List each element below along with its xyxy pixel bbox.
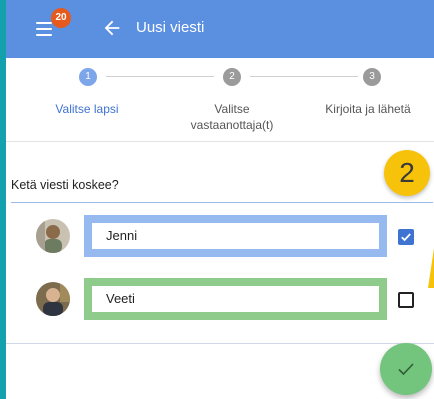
page-title: Uusi viesti <box>136 19 205 36</box>
checkmark-icon <box>401 233 411 242</box>
step-3-label: Kirjoita ja lähetä <box>325 102 411 116</box>
app-bar: 20 Uusi viesti <box>6 0 434 58</box>
menu-button[interactable]: 20 <box>28 8 71 52</box>
avatar <box>36 282 70 316</box>
question-label: Ketä viesti koskee? <box>11 178 119 192</box>
step-2-label: Valitse vastaanottaja(t) <box>190 102 274 132</box>
step-1-label: Valitse lapsi <box>55 102 119 116</box>
child-name-box[interactable]: Veeti <box>84 278 387 320</box>
step-3-indicator: 3 <box>363 68 381 86</box>
child-name: Jenni <box>92 223 379 249</box>
pointer-arrow-icon <box>428 248 434 288</box>
step-2-indicator: 2 <box>223 68 241 86</box>
child-row-jenni[interactable]: Jenni <box>6 215 434 257</box>
arrow-left-icon[interactable] <box>101 17 123 39</box>
selected-count-badge: 2 <box>384 150 430 196</box>
child-name: Veeti <box>92 286 379 312</box>
hamburger-menu-icon <box>36 22 52 36</box>
bottom-divider <box>6 343 434 344</box>
child-checkbox-jenni[interactable] <box>398 229 414 245</box>
child-name-box[interactable]: Jenni <box>84 215 387 257</box>
app-frame: 20 Uusi viesti 1 2 3 Valitse lapsi Valit… <box>6 0 434 399</box>
divider <box>6 141 434 142</box>
checkmark-icon <box>398 363 414 376</box>
child-checkbox-veeti[interactable] <box>398 292 414 308</box>
section-underline <box>11 202 433 203</box>
step-connector <box>250 76 358 77</box>
child-row-veeti[interactable]: Veeti <box>6 278 434 320</box>
step-connector <box>106 76 214 77</box>
stepper: 1 2 3 Valitse lapsi Valitse vastaanottaj… <box>6 58 434 140</box>
avatar <box>36 219 70 253</box>
step-1-indicator: 1 <box>79 68 97 86</box>
confirm-button[interactable] <box>380 343 432 395</box>
notification-badge: 20 <box>51 8 71 28</box>
